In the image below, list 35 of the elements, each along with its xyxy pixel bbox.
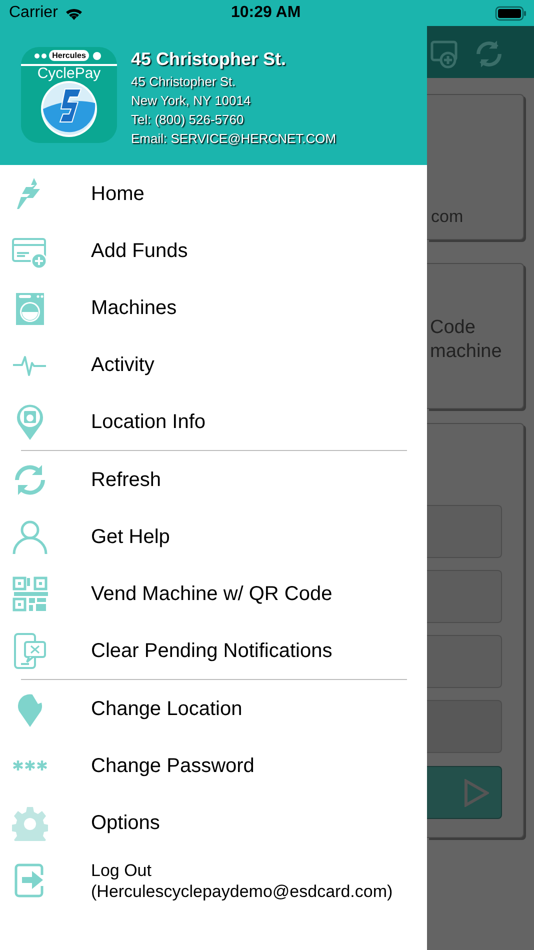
address-line: 45 Christopher St. <box>131 73 237 91</box>
card-text: Code <box>430 316 476 340</box>
person-icon <box>12 518 48 554</box>
card-add-icon <box>430 38 458 70</box>
card-text: com <box>431 206 464 228</box>
menu-item[interactable]: Change Password <box>0 737 427 794</box>
menu-item[interactable]: Log Out (Herculescyclepaydemo@esdcard.com) <box>0 851 427 908</box>
menu-item[interactable]: Options <box>0 794 427 851</box>
menu-item[interactable]: Get Help <box>0 508 427 565</box>
gear-icon <box>12 804 48 840</box>
card-text: machine <box>430 340 502 364</box>
menu-item[interactable]: Refresh <box>0 451 427 508</box>
bolt-emblem-icon <box>41 81 97 137</box>
logo-name: CyclePay <box>36 66 102 82</box>
menu-item[interactable]: Location Info <box>0 393 427 450</box>
menu-item[interactable]: Home <box>0 165 427 222</box>
qr-code-icon <box>12 576 48 612</box>
logo-brand: Hercules <box>49 50 89 61</box>
location-title: 45 Christopher St. <box>131 48 288 70</box>
battery-icon <box>495 6 527 20</box>
clock: 10:29 AM <box>231 3 301 23</box>
logo-dots-drawing <box>34 51 102 61</box>
play-icon <box>463 778 489 806</box>
menu-item[interactable]: Vend Machine w/ QR Code <box>0 565 427 622</box>
menu-item[interactable]: Change Location <box>0 680 427 737</box>
address-line: Email: SERVICE@HERCNET.COM <box>131 130 336 148</box>
menu-item[interactable]: Machines <box>0 279 427 336</box>
menu-item[interactable]: Add Funds <box>0 222 427 279</box>
phone-message-icon <box>12 632 48 668</box>
carrier-label: Carrier <box>9 3 58 23</box>
menu-item[interactable]: Clear Pending Notifications <box>0 622 427 679</box>
menu-item[interactable]: Activity <box>0 336 427 393</box>
address-line: New York, NY 10014 <box>131 92 252 110</box>
asterisks-icon <box>12 759 48 772</box>
address-line: Tel: (800) 526-5760 <box>131 111 245 129</box>
